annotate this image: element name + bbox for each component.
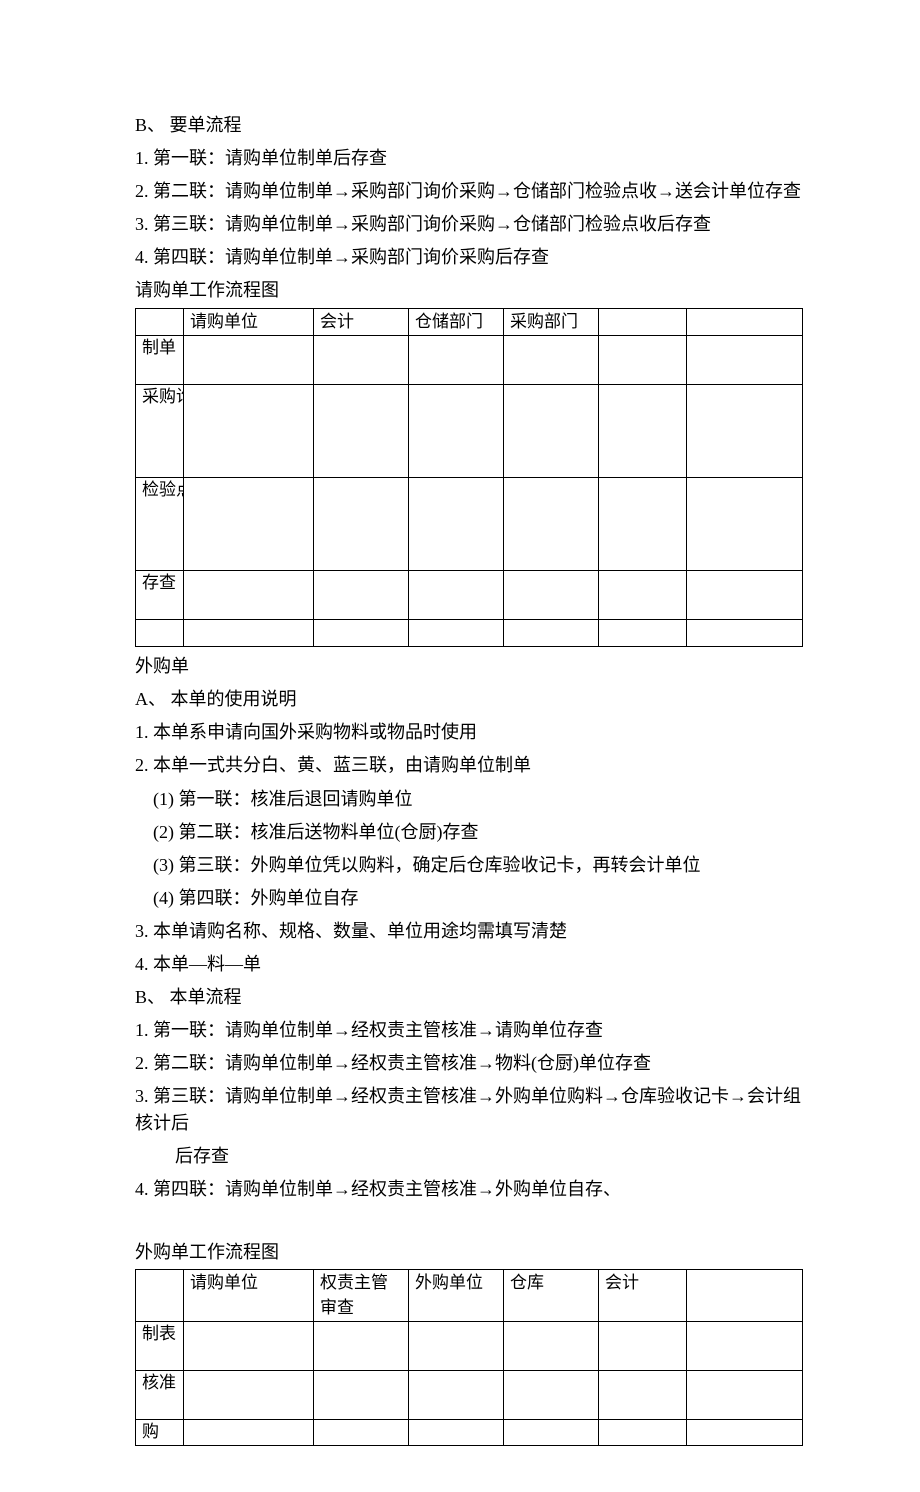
table2-row2-label: 购 — [136, 1420, 184, 1446]
table1-h3: 仓储部门 — [409, 308, 504, 336]
table1-row1-label: 采购询价 — [136, 385, 184, 478]
waigou-b-3a: 3. 第三联：请购单位制单→经权责主管核准→外购单位购料→仓库验收记卡→会计组核… — [135, 1083, 805, 1135]
waigou-a-sub-3: (3) 第三联：外购单位凭以购料，确定后仓库验收记卡，再转会计单位 — [135, 852, 805, 878]
table1-h6 — [687, 308, 803, 336]
spacer — [135, 1209, 805, 1237]
table2-h4: 仓库 — [504, 1269, 599, 1321]
waigou-b-2: 2. 第二联：请购单位制单→经权责主管核准→物料(仓厨)单位存查 — [135, 1050, 805, 1076]
section-b-item-4: 4. 第四联：请购单位制单→采购部门询价采购后存查 — [135, 244, 805, 270]
waigou-a-sub-2: (2) 第二联：核准后送物料单位(仓厨)存查 — [135, 819, 805, 845]
document-page: B、 要单流程 1. 第一联：请购单位制单后存查 2. 第二联：请购单位制单→采… — [0, 0, 920, 1492]
waigou-a-3: 3. 本单请购名称、规格、数量、单位用途均需填写清楚 — [135, 918, 805, 944]
table2-row-1: 核准 — [136, 1371, 803, 1420]
section-b-heading: B、 要单流程 — [135, 112, 805, 138]
waigou-b-1: 1. 第一联：请购单位制单→经权责主管核准→请购单位存查 — [135, 1017, 805, 1043]
table1-h1: 请购单位 — [184, 308, 314, 336]
table2-row-0: 制表 — [136, 1322, 803, 1371]
table1-caption: 请购单工作流程图 — [135, 277, 805, 303]
table1-h0 — [136, 308, 184, 336]
table2-row-2: 购 — [136, 1420, 803, 1446]
table1-row2-label: 检验点收 — [136, 478, 184, 571]
waigou-a-1: 1. 本单系申请向国外采购物料或物品时使用 — [135, 719, 805, 745]
section-b-item-1: 1. 第一联：请购单位制单后存查 — [135, 145, 805, 171]
table2-h2: 权责主管审查 — [314, 1269, 409, 1321]
waigou-heading-a: A、 本单的使用说明 — [135, 686, 805, 712]
table2-h1: 请购单位 — [184, 1269, 314, 1321]
table1-row-1: 采购询价 — [136, 385, 803, 478]
table1-row3-label: 存查 — [136, 571, 184, 620]
waigou-b-3b: 后存查 — [135, 1143, 805, 1169]
table1-row-3: 存查 — [136, 571, 803, 620]
table2-h5: 会计 — [599, 1269, 687, 1321]
waigou-a-sub-1: (1) 第一联：核准后退回请购单位 — [135, 786, 805, 812]
table1-row-0: 制单 — [136, 336, 803, 385]
waigou-heading-b: B、 本单流程 — [135, 984, 805, 1010]
table1-row0-label: 制单 — [136, 336, 184, 385]
waigou-a-2: 2. 本单一式共分白、黄、蓝三联，由请购单位制单 — [135, 752, 805, 778]
table1-h2: 会计 — [314, 308, 409, 336]
waigou-a-4: 4. 本单—料—单 — [135, 951, 805, 977]
table1-h4: 采购部门 — [504, 308, 599, 336]
table2-header-row: 请购单位 权责主管审查 外购单位 仓库 会计 — [136, 1269, 803, 1321]
waigou-title: 外购单 — [135, 653, 805, 679]
section-b-item-3: 3. 第三联：请购单位制单→采购部门询价采购→仓储部门检验点收后存查 — [135, 211, 805, 237]
table1-row-4 — [136, 620, 803, 647]
table1-row4-label — [136, 620, 184, 647]
section-b-item-2: 2. 第二联：请购单位制单→采购部门询价采购→仓储部门检验点收→送会计单位存查 — [135, 178, 805, 204]
waigou-a-sub-4: (4) 第四联：外购单位自存 — [135, 885, 805, 911]
table-requisition-flow: 请购单位 会计 仓储部门 采购部门 制单 采购询价 检验点收 存查 — [135, 308, 803, 648]
table1-h5 — [599, 308, 687, 336]
table2-row1-label: 核准 — [136, 1371, 184, 1420]
table-waigou-flow: 请购单位 权责主管审查 外购单位 仓库 会计 制表 核准 购 — [135, 1269, 803, 1446]
table1-header-row: 请购单位 会计 仓储部门 采购部门 — [136, 308, 803, 336]
table2-h0 — [136, 1269, 184, 1321]
table2-caption: 外购单工作流程图 — [135, 1239, 805, 1265]
table2-h3: 外购单位 — [409, 1269, 504, 1321]
table2-row0-label: 制表 — [136, 1322, 184, 1371]
table2-h6 — [687, 1269, 803, 1321]
table1-row-2: 检验点收 — [136, 478, 803, 571]
waigou-b-4: 4. 第四联：请购单位制单→经权责主管核准→外购单位自存、 — [135, 1176, 805, 1202]
